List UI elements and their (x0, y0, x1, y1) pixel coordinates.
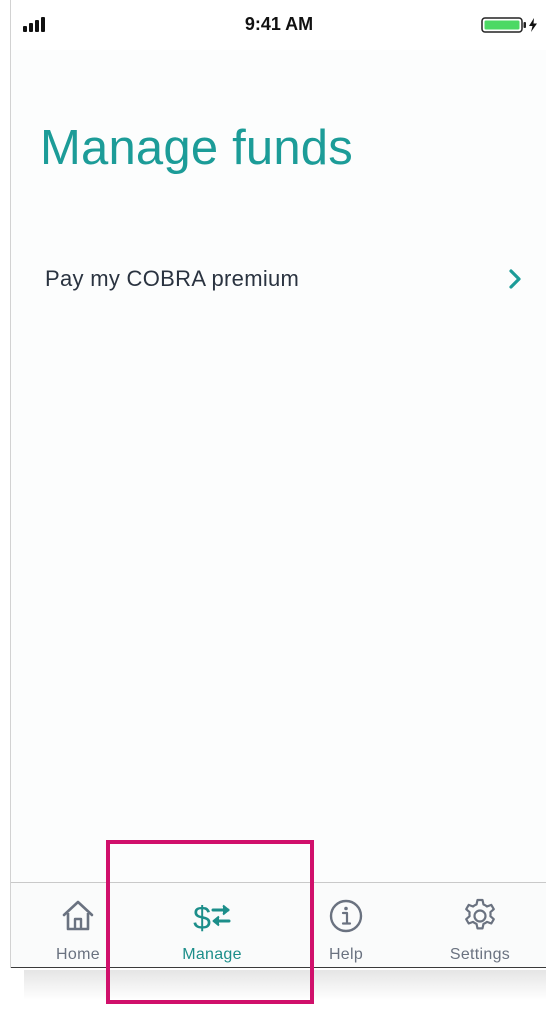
highlight-annotation (106, 840, 314, 1004)
info-icon (329, 899, 363, 933)
tab-label: Settings (449, 946, 511, 963)
list-item-pay-cobra-premium[interactable]: Pay my COBRA premium (11, 244, 546, 314)
gear-icon (465, 898, 495, 930)
phone-screen: 9:41 AM Manage funds Pay my COBRA premiu… (10, 0, 546, 968)
status-time: 9:41 AM (244, 14, 314, 34)
tab-settings[interactable]: Settings (413, 883, 546, 967)
battery-charging-icon (481, 17, 537, 33)
page-title: Manage funds (40, 121, 353, 175)
home-icon (62, 900, 94, 931)
status-bar: 9:41 AM (11, 0, 546, 50)
list-item-label: Pay my COBRA premium (45, 266, 300, 291)
chevron-right-icon (509, 269, 521, 289)
